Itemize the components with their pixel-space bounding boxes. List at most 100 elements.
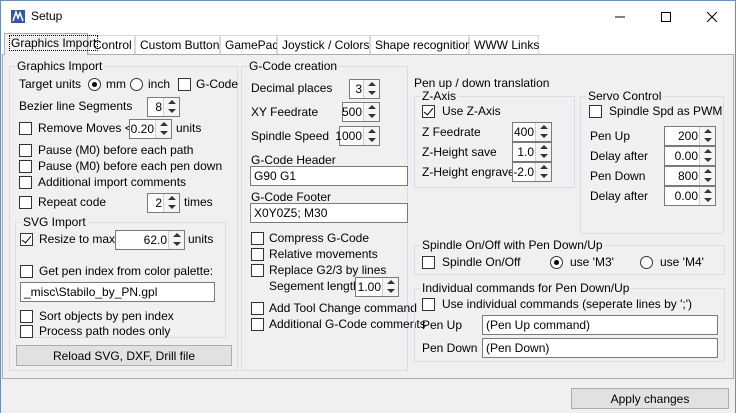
xy-feedrate-stepper[interactable]: 500 [342,102,380,122]
ind-pen-up-label: Pen Up [422,318,463,332]
spin-arrows-icon[interactable] [535,143,551,161]
gcode-checkbox[interactable] [178,78,191,91]
relative-checkbox[interactable] [251,248,264,261]
ind-pen-down-label: Pen Down [422,341,478,355]
use-z-axis-checkbox[interactable] [422,105,435,118]
pen-index-label: Get pen index from color palette: [39,264,214,278]
spin-arrows-icon[interactable] [363,127,379,145]
servo-pen-up-stepper[interactable]: 200 [664,126,716,146]
pause-pen-label: Pause (M0) before each pen down [38,159,223,173]
spin-arrows-icon[interactable] [163,194,179,212]
spin-arrows-icon[interactable] [535,163,551,181]
pause-pen-checkbox[interactable] [19,160,32,173]
gcode-label: G-Code [196,77,239,91]
pen-index-checkbox[interactable] [20,265,33,278]
tool-change-label: Add Tool Change command [269,301,417,315]
spindle-speed-stepper[interactable]: 1000 [335,126,380,146]
compress-checkbox[interactable] [251,232,264,245]
spin-arrows-icon[interactable] [363,103,379,121]
spin-arrows-icon[interactable] [382,278,398,296]
replace-g23-checkbox[interactable] [251,264,264,277]
spin-arrows-icon[interactable] [699,167,715,185]
group-title: G-Code creation [247,59,340,73]
spin-arrows-icon[interactable] [699,187,715,205]
m4-label: use 'M4' [660,255,704,269]
xy-feedrate-label: XY Feedrate [251,105,319,119]
bezier-stepper[interactable]: 8 [147,97,180,117]
repeat-code-label: Repeat code [38,195,107,209]
pause-path-label: Pause (M0) before each path [38,143,194,157]
tab-gamepad[interactable]: GamePad [220,35,279,54]
apply-changes-button[interactable]: Apply changes [571,388,729,409]
delay-after-down-label: Delay after [590,189,649,203]
spindle-pwm-checkbox[interactable] [589,105,602,118]
decimal-places-stepper[interactable]: 3 [349,79,380,99]
pen-down-command-field[interactable]: (Pen Down) [482,338,718,358]
tab-www-links[interactable]: WWW Links [469,35,539,54]
spindle-onoff-label: Spindle On/Off [442,255,521,269]
units-label: units [176,121,202,135]
resize-checkbox[interactable] [20,233,33,246]
maximize-icon [661,11,671,22]
repeat-stepper[interactable]: 2 [147,193,180,213]
spin-arrows-icon[interactable] [168,231,184,249]
remove-moves-checkbox[interactable] [19,122,32,135]
z-axis-group: Z-Axis Use Z-Axis Z Feedrate 400 Z-Heigh… [414,89,575,188]
resize-stepper[interactable]: 62.0 [115,230,185,250]
setup-window: Setup Graphics Import Control Custom But… [0,0,736,413]
tab-custom-buttons[interactable]: Custom Buttons [135,35,225,54]
mm-radio[interactable] [88,78,101,91]
servo-pen-down-stepper[interactable]: 800 [664,166,716,186]
z-feedrate-stepper[interactable]: 400 [512,122,552,142]
relative-label: Relative movements [269,247,378,261]
additional-comments-checkbox[interactable] [19,176,32,189]
pen-up-command-field[interactable]: (Pen Up command) [482,315,718,335]
units-label: units [188,232,214,246]
tab-joystick-colors[interactable]: Joystick / Colors [277,35,370,54]
minimize-button[interactable] [597,1,643,32]
spindle-speed-label: Spindle Speed [251,129,330,143]
gcode-header-label: G-Code Header [251,153,336,167]
sort-by-pen-checkbox[interactable] [20,310,33,323]
segment-length-label: Segement length [269,279,360,293]
spin-arrows-icon[interactable] [535,123,551,141]
palette-file-field[interactable]: _misc\Stabilo_by_PN.gpl [20,282,215,302]
spin-arrows-icon[interactable] [163,98,179,116]
inch-radio[interactable] [130,78,143,91]
delay-after-down-stepper[interactable]: 0.00 [664,186,716,206]
close-button[interactable] [689,1,735,32]
gcode-footer-field[interactable]: X0Y0Z5; M30 [250,203,408,223]
z-height-engrave-stepper[interactable]: -2.0 [512,162,552,182]
m3-radio[interactable] [550,256,563,269]
servo-pen-down-label: Pen Down [590,169,646,183]
spin-arrows-icon[interactable] [699,147,715,165]
tab-shape-recognition[interactable]: Shape recognition [370,35,472,54]
gcode-header-field[interactable]: G90 G1 [250,166,408,186]
spin-arrows-icon[interactable] [155,120,171,138]
additional-gcode-comments-label: Additional G-Code comments [269,317,426,331]
tool-change-checkbox[interactable] [251,302,264,315]
group-title: Graphics Import [15,59,105,73]
individual-commands-checkbox[interactable] [422,298,435,311]
svg-import-group: SVG Import Resize to max. 62.0 units Get… [15,215,226,338]
spindle-onoff-checkbox[interactable] [422,256,435,269]
close-icon [707,11,717,22]
maximize-button[interactable] [643,1,689,32]
tab-graphics-import[interactable]: Graphics Import [4,33,99,55]
spin-arrows-icon[interactable] [699,127,715,145]
repeat-code-checkbox[interactable] [19,196,32,209]
spin-arrows-icon[interactable] [363,80,379,98]
pause-path-checkbox[interactable] [19,144,32,157]
z-height-save-label: Z-Height save [422,145,497,159]
title-bar: Setup [1,1,735,32]
process-nodes-checkbox[interactable] [20,325,33,338]
decimal-places-label: Decimal places [251,81,333,95]
z-height-save-stepper[interactable]: 1.0 [512,142,552,162]
segment-length-stepper[interactable]: 1.00 [355,277,399,297]
reload-button[interactable]: Reload SVG, DXF, Drill file [16,345,232,366]
delay-after-up-stepper[interactable]: 0.00 [664,146,716,166]
additional-gcode-comments-checkbox[interactable] [251,318,264,331]
remove-moves-stepper[interactable]: 0.20 [129,119,172,139]
additional-comments-label: Additional import comments [38,175,187,189]
m4-radio[interactable] [640,256,653,269]
